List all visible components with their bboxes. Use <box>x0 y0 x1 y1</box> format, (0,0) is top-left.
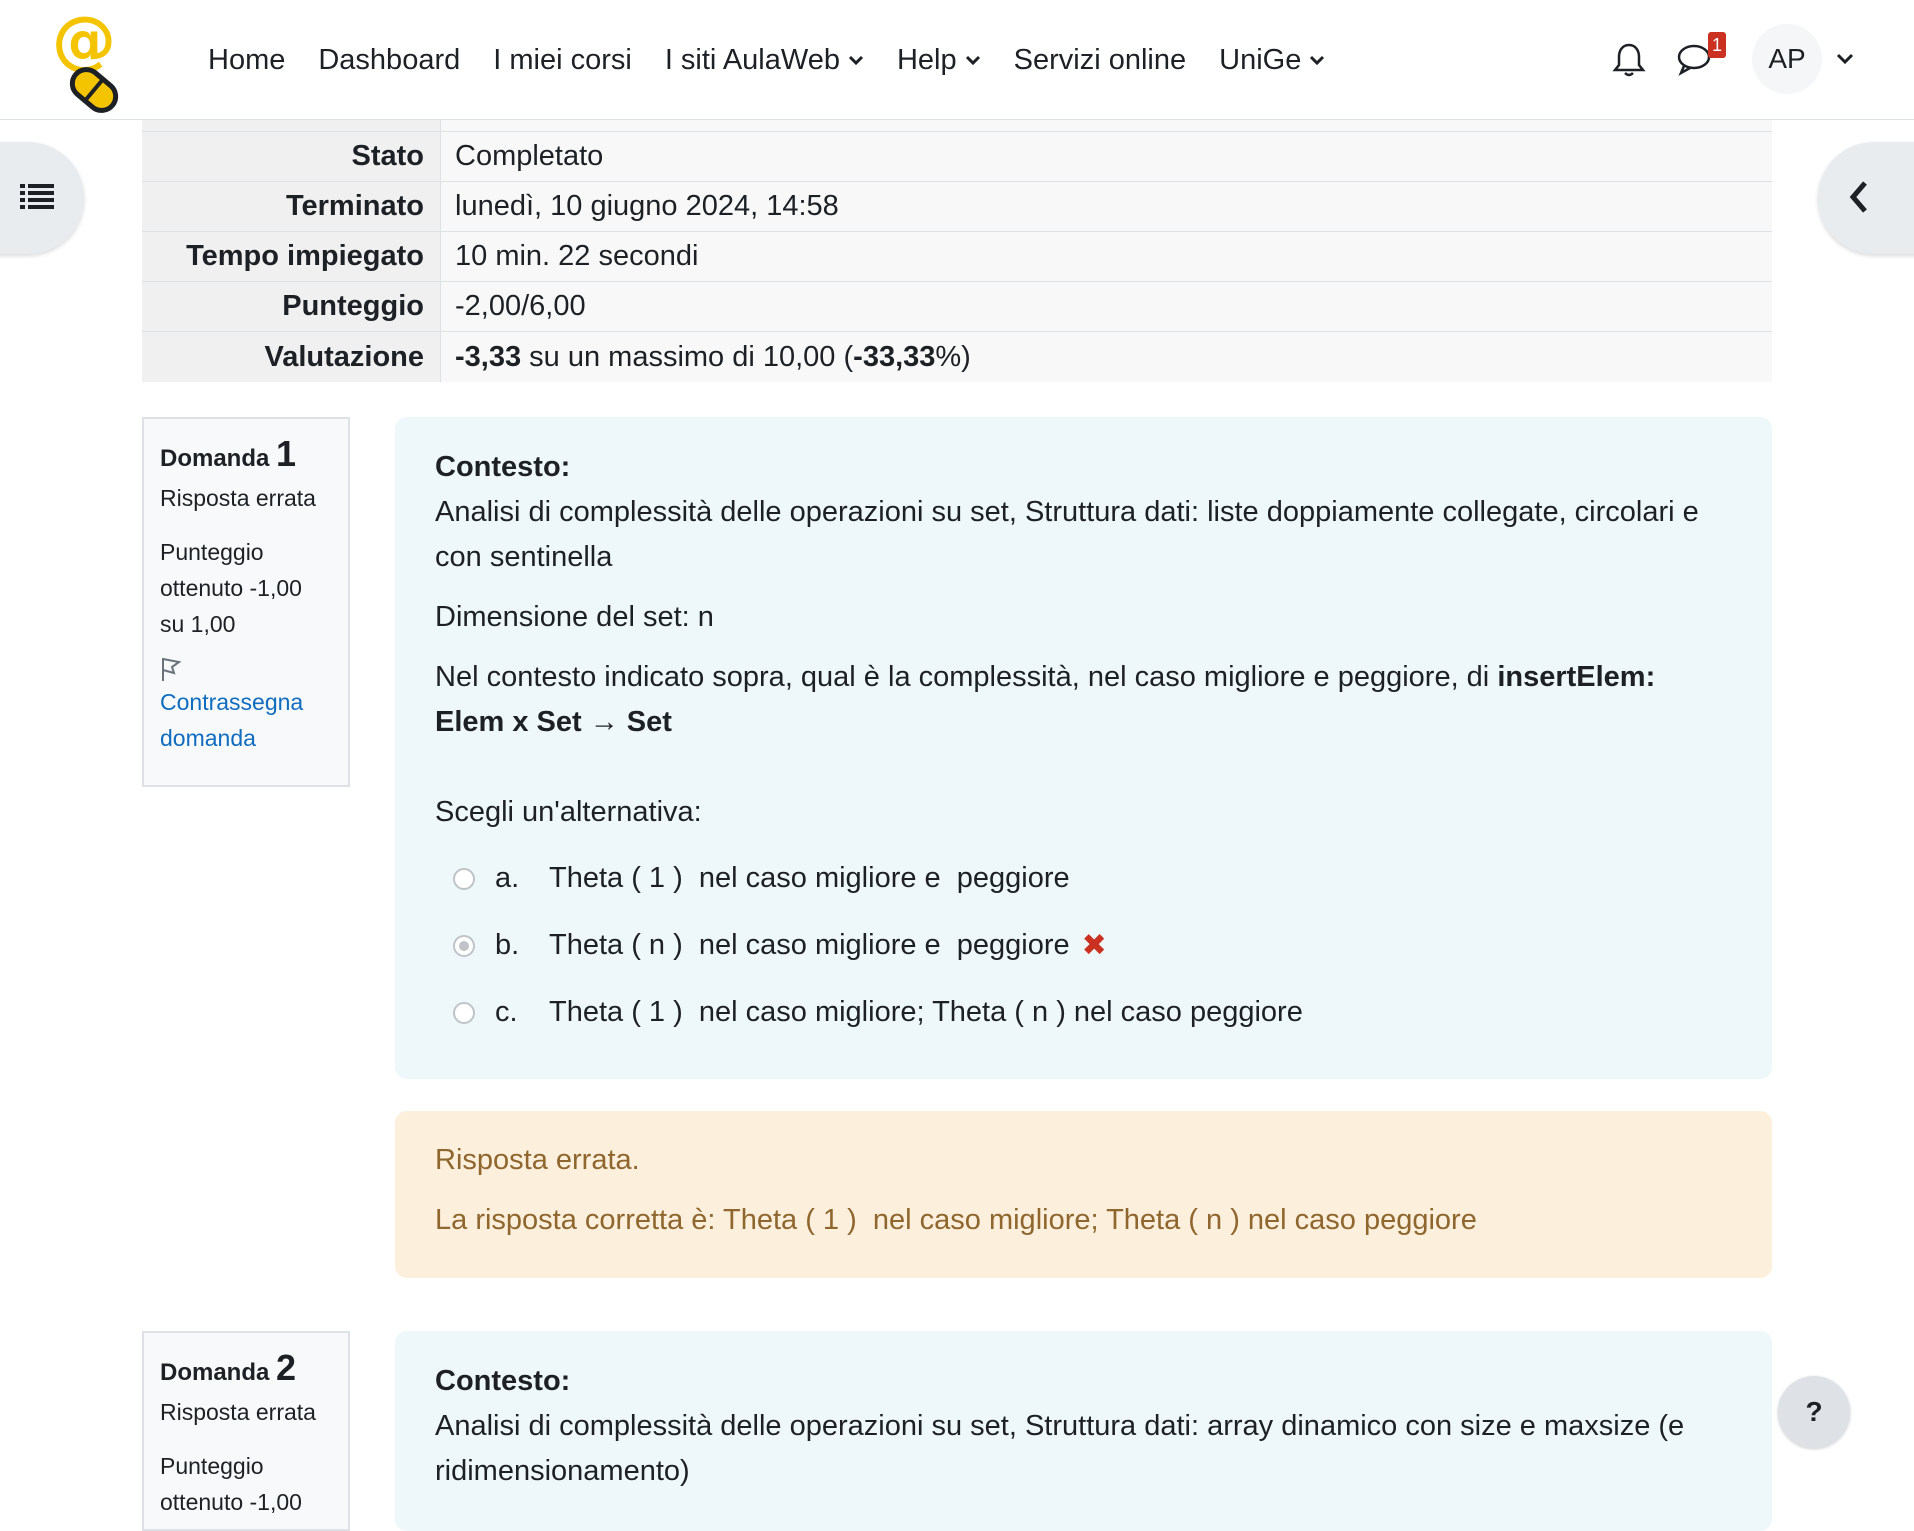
summary-label: Stato <box>142 132 440 181</box>
answer-radio[interactable] <box>453 1001 475 1024</box>
summary-label: Valutazione <box>142 332 440 382</box>
summary-label: Tempo impiegato <box>142 232 440 281</box>
summary-value: -3,33 su un massimo di 10,00 (-33,33%) <box>440 332 1772 382</box>
answer-radio-selected[interactable] <box>453 934 475 957</box>
nav-home[interactable]: Home <box>208 44 285 77</box>
block-drawer-toggle-button[interactable] <box>1818 142 1914 254</box>
answer-radio[interactable] <box>453 867 475 890</box>
summary-value: -2,00/6,00 <box>440 282 1772 331</box>
svg-text:@: @ <box>52 6 116 78</box>
question-text-prefix: Nel contesto indicato sopra, qual è la c… <box>435 661 1498 693</box>
answer-letter: a. <box>495 862 520 894</box>
nav-help[interactable]: Help <box>897 44 981 77</box>
nav-dashboard-label: Dashboard <box>318 43 461 76</box>
answer-option-b[interactable]: b. Theta ( n ) nel caso migliore e peggi… <box>435 912 1732 979</box>
messages-chat-icon[interactable] <box>1676 42 1712 81</box>
correct-answer-text: La risposta corretta è: Theta ( 1 ) nel … <box>435 1204 1477 1236</box>
chevron-down-icon <box>848 55 864 65</box>
grade-end-text: %) <box>935 340 971 373</box>
attempt-summary-table: Stato Completato Terminato lunedì, 10 gi… <box>142 120 1772 382</box>
summary-label: Punteggio <box>142 282 440 331</box>
summary-value: Completato <box>440 132 1772 181</box>
nav-my-courses[interactable]: I miei corsi <box>493 44 632 77</box>
nav-my-courses-label: I miei corsi <box>493 43 632 76</box>
answer-list: a. Theta ( 1 ) nel caso migliore e peggi… <box>435 845 1732 1046</box>
answer-text: Theta ( 1 ) nel caso migliore e peggiore <box>549 862 1070 894</box>
question-number-value: 2 <box>276 1347 297 1388</box>
summary-label: Terminato <box>142 182 440 231</box>
chevron-down-icon <box>965 55 981 65</box>
context-text: Analisi di complessità delle operazioni … <box>435 496 1699 573</box>
help-button[interactable]: ? <box>1778 1376 1850 1448</box>
question-info-2: Domanda 2 Risposta errata Punteggio otte… <box>142 1331 350 1531</box>
answer-text: Theta ( 1 ) nel caso migliore; Theta ( n… <box>549 996 1303 1028</box>
question-grade: Punteggio ottenuto -1,00 su 1,00 <box>160 539 302 637</box>
context-heading: Contesto: <box>435 1365 571 1397</box>
flag-icon <box>160 656 332 684</box>
grade-percent: -33,33 <box>853 340 936 373</box>
nav-home-label: Home <box>208 43 286 76</box>
question-text: Nel contesto indicato sopra, qual è la c… <box>435 655 1732 745</box>
messages-count-badge: 1 <box>1708 32 1726 58</box>
question-state: Risposta errata <box>160 485 316 511</box>
answer-text: Theta ( n ) nel caso migliore e peggiore <box>549 929 1070 961</box>
grade-value: -3,33 <box>455 340 522 373</box>
summary-row: Terminato lunedì, 10 giugno 2024, 14:58 <box>142 182 1772 232</box>
set-dimension: Dimensione del set: n <box>435 601 714 633</box>
answer-prompt: Scegli un'alternativa: <box>435 796 702 828</box>
flag-question-link[interactable]: Contrassegna domanda <box>160 656 332 756</box>
nav-dashboard[interactable]: Dashboard <box>318 44 460 77</box>
list-icon <box>20 182 54 215</box>
summary-value: lunedì, 10 giugno 2024, 14:58 <box>440 182 1772 231</box>
nav-unige-label: UniGe <box>1219 43 1302 76</box>
question-content-2: Contesto: Analisi di complessità delle o… <box>395 1331 1772 1531</box>
answer-letter: c. <box>495 996 518 1028</box>
user-menu-chevron-down-icon[interactable] <box>1836 52 1854 70</box>
summary-row-cutoff <box>142 120 1772 132</box>
summary-value: 10 min. 22 secondi <box>440 232 1772 281</box>
nav-online-services[interactable]: Servizi online <box>1014 44 1186 77</box>
feedback-title: Risposta errata. <box>435 1144 640 1176</box>
nav-online-services-label: Servizi online <box>1013 43 1187 76</box>
chevron-down-icon <box>1309 55 1325 65</box>
summary-row: Tempo impiegato 10 min. 22 secondi <box>142 232 1772 282</box>
summary-row: Stato Completato <box>142 132 1772 182</box>
question-label: Domanda <box>160 445 270 472</box>
grade-middle-text: su un massimo di 10,00 ( <box>521 340 854 373</box>
incorrect-cross-icon: ✖ <box>1081 929 1107 962</box>
summary-row: Valutazione -3,33 su un massimo di 10,00… <box>142 332 1772 382</box>
question-label: Domanda <box>160 1359 270 1386</box>
question-number: Domanda 1 <box>160 433 332 475</box>
chevron-left-icon <box>1848 180 1870 219</box>
nav-help-label: Help <box>896 43 957 76</box>
question-number-value: 1 <box>276 433 297 474</box>
question-content-1: Contesto: Analisi di complessità delle o… <box>395 417 1772 1079</box>
context-text: Analisi di complessità delle operazioni … <box>435 1410 1685 1487</box>
answer-letter: b. <box>495 929 520 961</box>
answer-option-c[interactable]: c. Theta ( 1 ) nel caso migliore; Theta … <box>435 979 1732 1046</box>
course-index-toggle-button[interactable] <box>0 142 84 254</box>
question-feedback-1: Risposta errata. La risposta corretta è:… <box>395 1111 1772 1278</box>
nav-unige[interactable]: UniGe <box>1219 44 1325 77</box>
aulaweb-logo[interactable]: @ <box>44 4 126 114</box>
question-info-1: Domanda 1 Risposta errata Punteggio otte… <box>142 417 350 787</box>
question-grade: Punteggio ottenuto -1,00 <box>160 1453 302 1515</box>
summary-row: Punteggio -2,00/6,00 <box>142 282 1772 332</box>
question-number: Domanda 2 <box>160 1347 332 1389</box>
primary-navigation: Home Dashboard I miei corsi I siti AulaW… <box>208 0 1358 120</box>
nav-aulaweb-sites[interactable]: I siti AulaWeb <box>665 44 864 77</box>
top-navbar: @ Home Dashboard I miei corsi I siti Aul… <box>0 0 1914 120</box>
context-heading: Contesto: <box>435 451 571 483</box>
question-state: Risposta errata <box>160 1399 316 1425</box>
flag-question-label: Contrassegna domanda <box>160 689 304 751</box>
notifications-bell-icon[interactable] <box>1612 42 1646 83</box>
answer-option-a[interactable]: a. Theta ( 1 ) nel caso migliore e peggi… <box>435 845 1732 912</box>
user-avatar[interactable]: AP <box>1752 24 1822 94</box>
nav-aulaweb-sites-label: I siti AulaWeb <box>664 43 840 76</box>
